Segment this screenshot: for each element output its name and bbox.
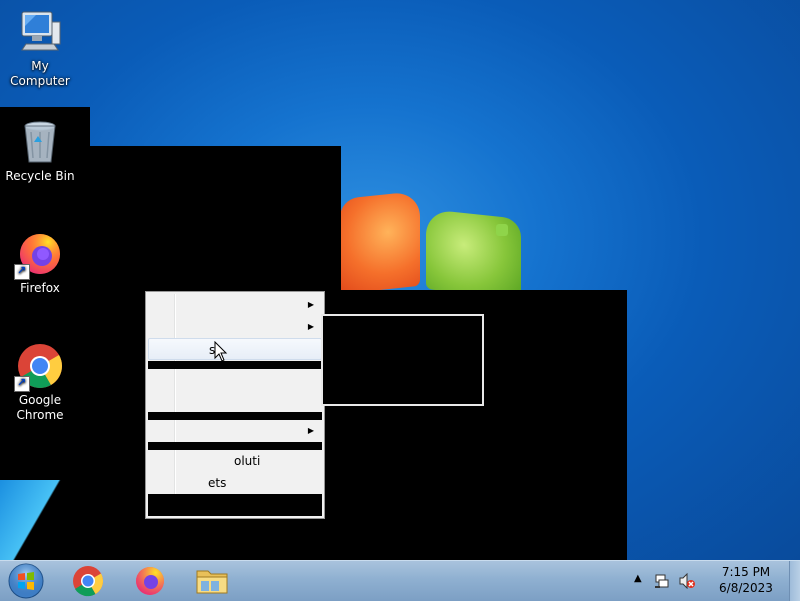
file-explorer-icon (196, 570, 228, 594)
clock-date: 6/8/2023 (719, 581, 773, 595)
recycle-bin-icon (16, 118, 64, 166)
context-submenu (321, 314, 484, 406)
context-menu: ▶ ▶ s ▶ oluti ets (145, 291, 325, 519)
taskbar: ▲ 7:15 PM 6/8/2023 (0, 560, 800, 601)
clock[interactable]: 7:15 PM 6/8/2023 (706, 564, 786, 596)
desktop-background: My Computer Recycle Bin ↗ Firefox ↗ Goog… (0, 0, 800, 560)
clock-time: 7:15 PM (721, 565, 771, 579)
start-button[interactable] (6, 562, 46, 600)
show-desktop-button[interactable] (789, 561, 800, 601)
submenu-arrow-icon: ▶ (307, 426, 314, 435)
context-menu-item-highlighted[interactable]: s (148, 338, 322, 360)
glitched-menu-region (148, 361, 322, 369)
desktop-icon-label: Google Chrome (16, 393, 64, 422)
context-menu-item[interactable]: ▶ (148, 420, 322, 442)
windows-start-icon (8, 563, 44, 599)
context-menu-item[interactable]: ets (148, 472, 322, 494)
menu-item-label: oluti (234, 454, 261, 468)
desktop-icon-google-chrome[interactable]: Google Chrome (0, 342, 80, 423)
glitched-menu-region (148, 494, 322, 516)
desktop-icon-my-computer[interactable]: My Computer (0, 8, 80, 89)
taskbar-file-explorer-button[interactable] (186, 563, 238, 599)
shortcut-arrow-icon (14, 375, 30, 392)
desktop-icon-recycle-bin[interactable]: Recycle Bin (0, 118, 80, 184)
desktop-icon-label: Firefox (20, 281, 60, 295)
context-menu-item[interactable]: ▶ (148, 294, 322, 316)
chrome-icon (14, 342, 64, 392)
show-hidden-icons-arrow[interactable]: ▲ (634, 573, 642, 584)
shortcut-arrow-icon (14, 263, 30, 280)
mouse-cursor-icon (214, 341, 228, 362)
firefox-icon (14, 230, 64, 280)
desktop-icon-label: Recycle Bin (5, 169, 75, 183)
desktop-icon-firefox[interactable]: Firefox (0, 230, 80, 296)
submenu-arrow-icon: ▶ (307, 322, 314, 331)
taskbar-chrome-button[interactable] (62, 563, 114, 599)
windows-logo-red-pane (340, 190, 420, 295)
context-menu-item[interactable]: ▶ (148, 316, 322, 338)
context-menu-item[interactable]: oluti (148, 450, 322, 472)
system-tray: ▲ 7:15 PM 6/8/2023 (630, 561, 800, 601)
desktop-icon-label: My Computer (10, 59, 70, 88)
glitched-window-edge (0, 480, 150, 560)
windows-logo-green-pane (426, 209, 521, 299)
volume-muted-icon[interactable] (678, 573, 696, 589)
submenu-arrow-icon: ▶ (307, 300, 314, 309)
chrome-icon (73, 566, 104, 597)
windows-logo-sparkle (496, 224, 508, 236)
network-icon[interactable] (654, 573, 670, 589)
firefox-icon (136, 567, 164, 595)
taskbar-firefox-button[interactable] (124, 563, 176, 599)
glitched-menu-region (148, 412, 322, 420)
glitched-menu-region (148, 442, 322, 450)
computer-icon (16, 8, 64, 56)
menu-item-label: ets (208, 476, 227, 490)
